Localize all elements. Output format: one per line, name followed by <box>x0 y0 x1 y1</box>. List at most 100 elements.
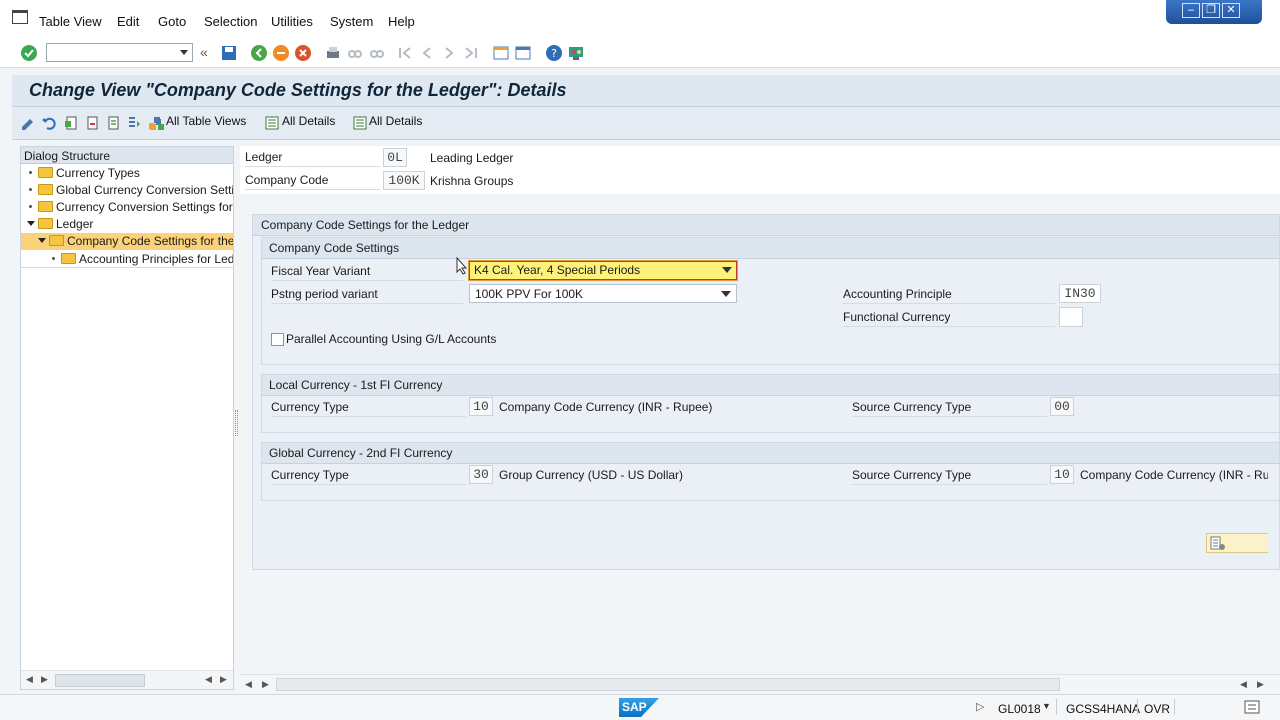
scroll-right-icon[interactable]: ▶ <box>1257 679 1264 690</box>
accounting-principle-label: Accounting Principle <box>843 287 1055 304</box>
scroll-right-icon[interactable]: ▶ <box>220 674 227 685</box>
app-menu-icon[interactable] <box>12 10 28 24</box>
tree-node-company-code-settings[interactable]: Company Code Settings for the <box>21 233 233 250</box>
save-icon[interactable] <box>220 44 238 62</box>
new-session-icon[interactable] <box>492 44 510 62</box>
scroll-left-icon[interactable]: ◀ <box>245 679 252 690</box>
exit-icon[interactable] <box>272 44 290 62</box>
scroll-left-icon[interactable]: ◀ <box>26 674 33 685</box>
parallel-accounting-label: Parallel Accounting Using G/L Accounts <box>286 332 497 346</box>
expand-triangle-icon[interactable] <box>27 221 35 226</box>
menu-goto[interactable]: Goto <box>158 14 186 29</box>
last-page-icon <box>465 47 477 59</box>
fiscal-year-variant-dropdown[interactable]: K4 Cal. Year, 4 Special Periods <box>468 260 738 281</box>
all-details-button-2[interactable]: All Details <box>369 114 422 132</box>
all-table-views-icon[interactable] <box>149 115 165 131</box>
next-entry-icon[interactable] <box>126 115 142 131</box>
bullet-icon <box>29 188 32 191</box>
tree-node-ledger[interactable]: Ledger <box>27 216 233 233</box>
copy-as-icon[interactable] <box>63 115 79 131</box>
tree-node-accounting-principles[interactable]: Accounting Principles for Ledg <box>52 251 233 268</box>
menu-system[interactable]: System <box>330 14 373 29</box>
chevron-down-icon <box>180 50 188 55</box>
delete-entry-icon[interactable] <box>84 115 100 131</box>
folder-icon <box>38 167 53 178</box>
status-info-icon[interactable] <box>1244 700 1260 714</box>
folder-open-icon <box>49 235 64 246</box>
scroll-right-icon[interactable]: ▶ <box>262 679 269 690</box>
all-details-icon[interactable] <box>264 115 280 131</box>
menu-edit[interactable]: Edit <box>117 14 139 29</box>
play-icon[interactable]: ▷ <box>976 700 984 713</box>
folder-open-icon <box>38 218 53 229</box>
previous-entry-icon[interactable] <box>105 115 121 131</box>
enter-check-icon[interactable] <box>20 44 38 62</box>
menu-bar: Table View Edit Goto Selection Utilities… <box>0 0 1280 38</box>
transaction-code: GL0018 <box>998 702 1041 716</box>
chevron-down-icon[interactable]: ▼ <box>1042 701 1051 711</box>
collapse-command-icon[interactable]: « <box>200 44 208 60</box>
fiscal-year-variant-value: K4 Cal. Year, 4 Special Periods <box>474 263 641 277</box>
scroll-thumb[interactable] <box>55 674 145 687</box>
global-source-currency-type-value: 10 <box>1050 465 1074 484</box>
print-icon[interactable] <box>324 44 342 62</box>
list-icon <box>1210 536 1225 550</box>
accounting-principle-value[interactable]: IN30 <box>1059 284 1101 303</box>
fiscal-year-variant-label: Fiscal Year Variant <box>271 264 463 281</box>
tree-node-label: Accounting Principles for Ledg <box>79 252 233 266</box>
posting-period-variant-dropdown[interactable]: 100K PPV For 100K <box>469 284 737 303</box>
global-currency-type-label: Currency Type <box>271 468 466 485</box>
functional-currency-label: Functional Currency <box>843 310 1055 327</box>
tree-node-label: Currency Types <box>56 166 140 180</box>
company-code-label: Company Code <box>245 173 380 190</box>
all-table-views-button[interactable]: All Table Views <box>166 114 246 132</box>
minimize-icon[interactable]: – <box>1182 3 1200 18</box>
local-source-currency-type-value: 00 <box>1050 397 1074 416</box>
all-details-icon[interactable] <box>352 115 368 131</box>
overwrite-mode: OVR <box>1144 702 1171 716</box>
back-icon[interactable] <box>250 44 268 62</box>
ledger-text: Leading Ledger <box>430 151 514 165</box>
menu-help[interactable]: Help <box>388 14 415 29</box>
tree-node-global-currency-conversion[interactable]: Global Currency Conversion Settin <box>29 182 233 199</box>
expand-triangle-icon[interactable] <box>38 238 46 243</box>
close-icon[interactable]: ✕ <box>1222 3 1240 18</box>
display-change-icon[interactable] <box>20 115 36 131</box>
scroll-right-icon[interactable]: ▶ <box>41 674 48 685</box>
posting-period-variant-value: 100K PPV For 100K <box>475 287 584 301</box>
main-horizontal-scrollbar[interactable]: ◀ ▶ ◀ ▶ <box>240 674 1280 694</box>
tree-divider <box>21 267 233 268</box>
help-icon[interactable]: ? <box>545 44 563 62</box>
tree-node-label: Ledger <box>56 217 94 231</box>
folder-icon <box>38 184 53 195</box>
posting-period-variant-label: Pstng period variant <box>271 287 463 304</box>
menu-table-view[interactable]: Table View <box>39 14 102 29</box>
sap-logo: SAP <box>619 698 659 717</box>
splitter-handle[interactable] <box>235 410 238 436</box>
tree-node-currency-conversion-settings[interactable]: Currency Conversion Settings for <box>29 199 233 216</box>
cancel-icon[interactable] <box>294 44 312 62</box>
entry-log-button[interactable] <box>1206 533 1268 553</box>
menu-selection[interactable]: Selection <box>204 14 257 29</box>
dialog-structure-panel: Dialog Structure Currency Types Global C… <box>20 146 234 690</box>
tree-node-label: Company Code Settings for the <box>67 234 233 248</box>
all-details-button[interactable]: All Details <box>282 114 335 132</box>
scroll-left-icon[interactable]: ◀ <box>1240 679 1247 690</box>
undo-icon[interactable] <box>41 115 57 131</box>
status-divider <box>1056 699 1057 715</box>
functional-currency-field[interactable] <box>1059 307 1083 327</box>
next-page-icon <box>445 47 454 59</box>
tree-horizontal-scrollbar[interactable]: ◀ ▶ ◀ ▶ <box>21 670 233 689</box>
restore-icon[interactable]: ❐ <box>1202 3 1220 18</box>
parallel-accounting-checkbox[interactable] <box>271 333 284 346</box>
local-currency-type-text: Company Code Currency (INR - Rupee) <box>499 400 713 414</box>
command-field[interactable] <box>46 43 193 62</box>
customize-layout-icon[interactable] <box>567 44 585 62</box>
scroll-thumb[interactable] <box>276 678 1060 691</box>
scroll-left-icon[interactable]: ◀ <box>205 674 212 685</box>
tree-node-currency-types[interactable]: Currency Types <box>29 165 233 182</box>
status-divider <box>1137 699 1138 715</box>
chevron-down-icon <box>722 267 732 273</box>
menu-utilities[interactable]: Utilities <box>271 14 313 29</box>
shortcut-icon[interactable] <box>514 44 532 62</box>
